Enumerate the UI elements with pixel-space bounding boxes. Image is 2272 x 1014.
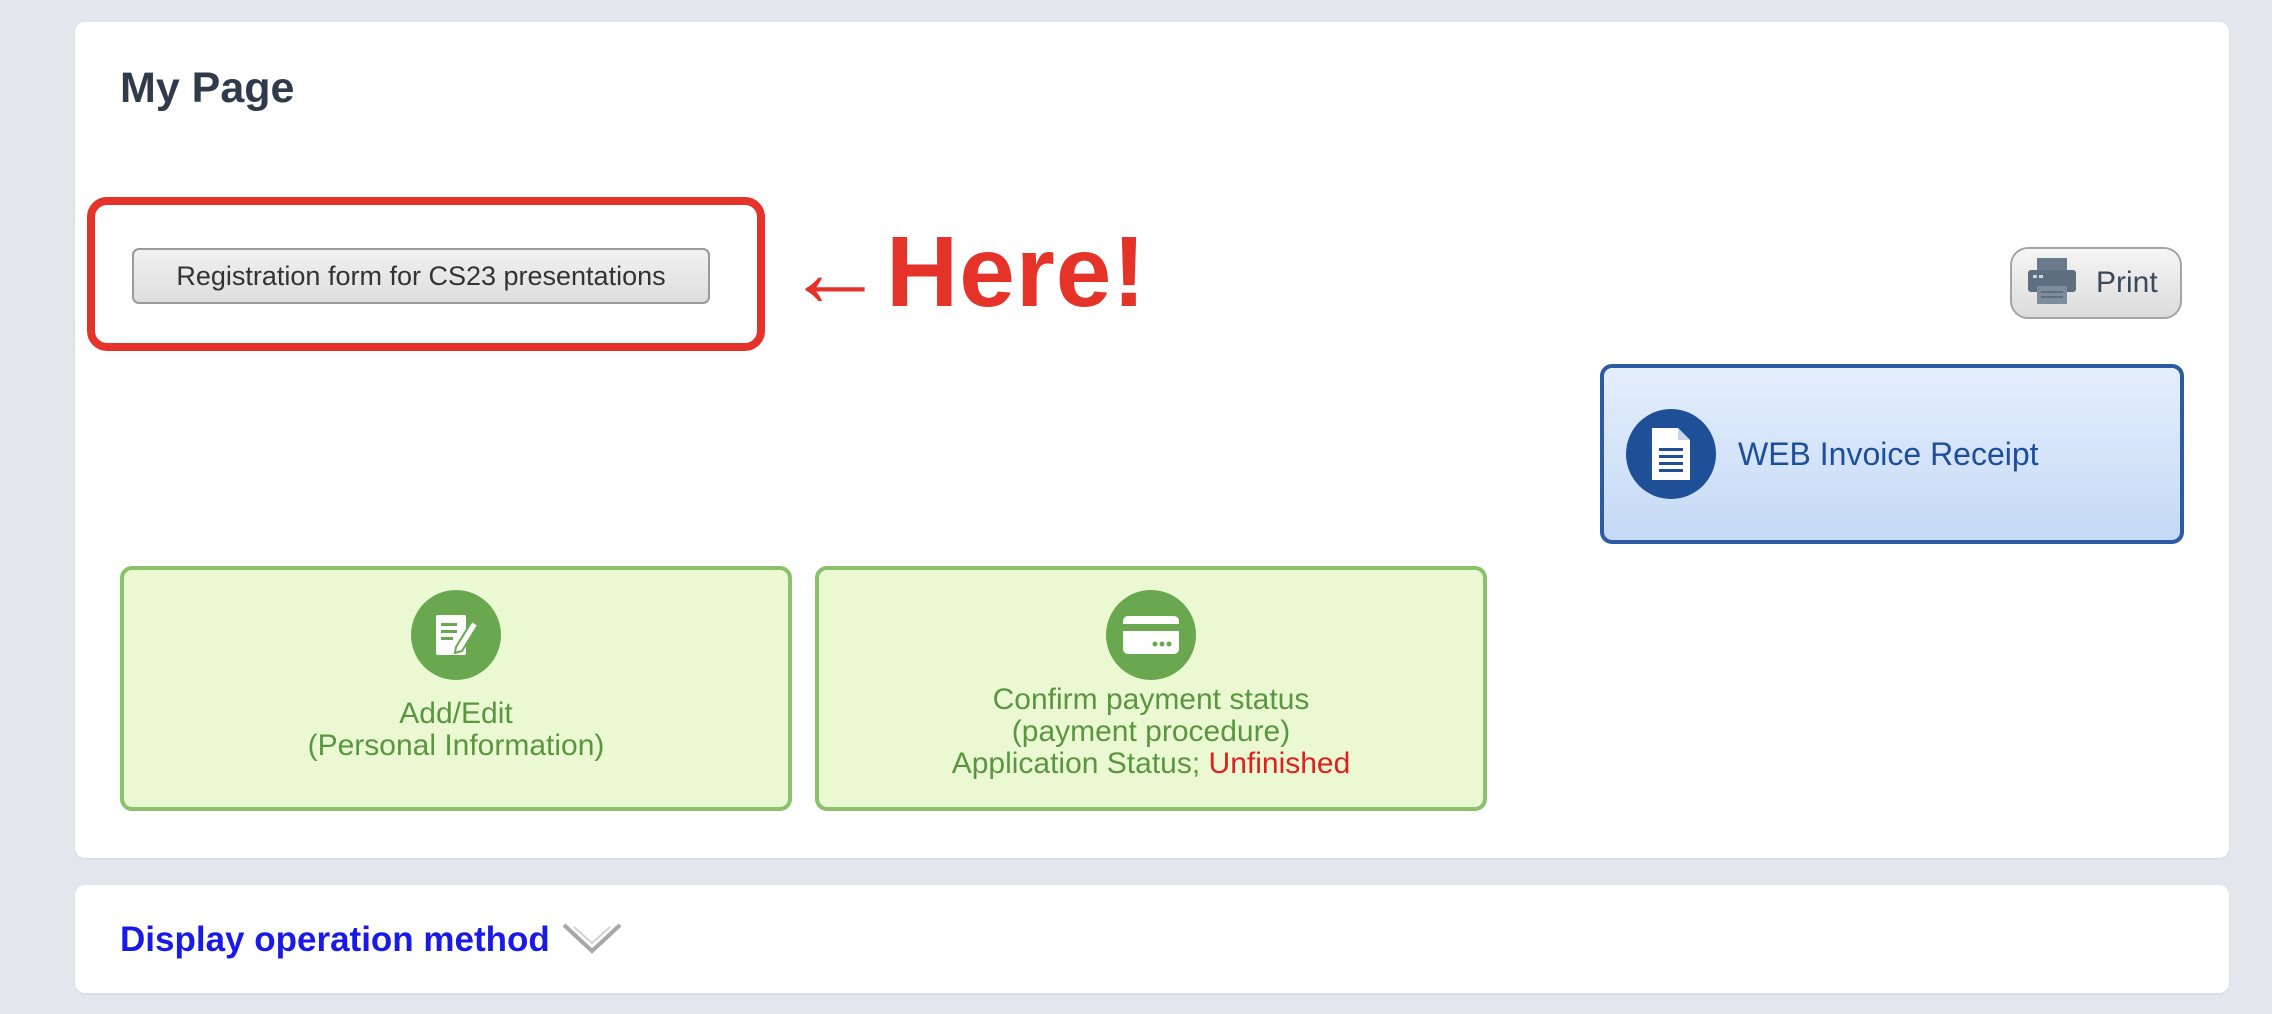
print-label: Print	[2096, 266, 2158, 299]
confirm-payment-status-button[interactable]: Confirm payment status (payment procedur…	[815, 566, 1487, 811]
credit-card-icon	[1106, 590, 1196, 680]
application-status-value: Unfinished	[1208, 747, 1351, 780]
printer-icon	[2026, 256, 2078, 311]
document-icon	[1626, 409, 1716, 499]
payment-subtitle: (payment procedure)	[1011, 715, 1291, 748]
registration-form-button[interactable]: Registration form for CS23 presentations	[132, 248, 710, 304]
chevron-down-icon	[560, 917, 624, 962]
payment-title: Confirm payment status	[992, 683, 1310, 716]
display-operation-method-link[interactable]: Display operation method	[120, 917, 624, 962]
edit-icon	[411, 590, 501, 680]
here-annotation: ←Here!	[785, 216, 1147, 328]
display-operation-method-label: Display operation method	[120, 919, 550, 959]
application-status-label: Application Status;	[951, 747, 1209, 780]
my-page-panel: My Page Registration form for CS23 prese…	[75, 22, 2229, 858]
add-edit-personal-info-button[interactable]: Add/Edit (Personal Information)	[120, 566, 792, 811]
operation-method-panel: Display operation method	[75, 885, 2229, 993]
print-button[interactable]: Print	[2010, 247, 2182, 319]
add-edit-title: Add/Edit	[399, 697, 513, 730]
add-edit-text: Add/Edit (Personal Information)	[308, 698, 605, 762]
payment-text: Confirm payment status (payment procedur…	[952, 684, 1351, 780]
web-invoice-receipt-label: WEB Invoice Receipt	[1738, 435, 2039, 472]
page-title: My Page	[120, 64, 295, 112]
web-invoice-receipt-button[interactable]: WEB Invoice Receipt	[1600, 364, 2184, 544]
add-edit-subtitle: (Personal Information)	[307, 729, 605, 762]
application-status: Application Status; Unfinished	[952, 748, 1351, 780]
